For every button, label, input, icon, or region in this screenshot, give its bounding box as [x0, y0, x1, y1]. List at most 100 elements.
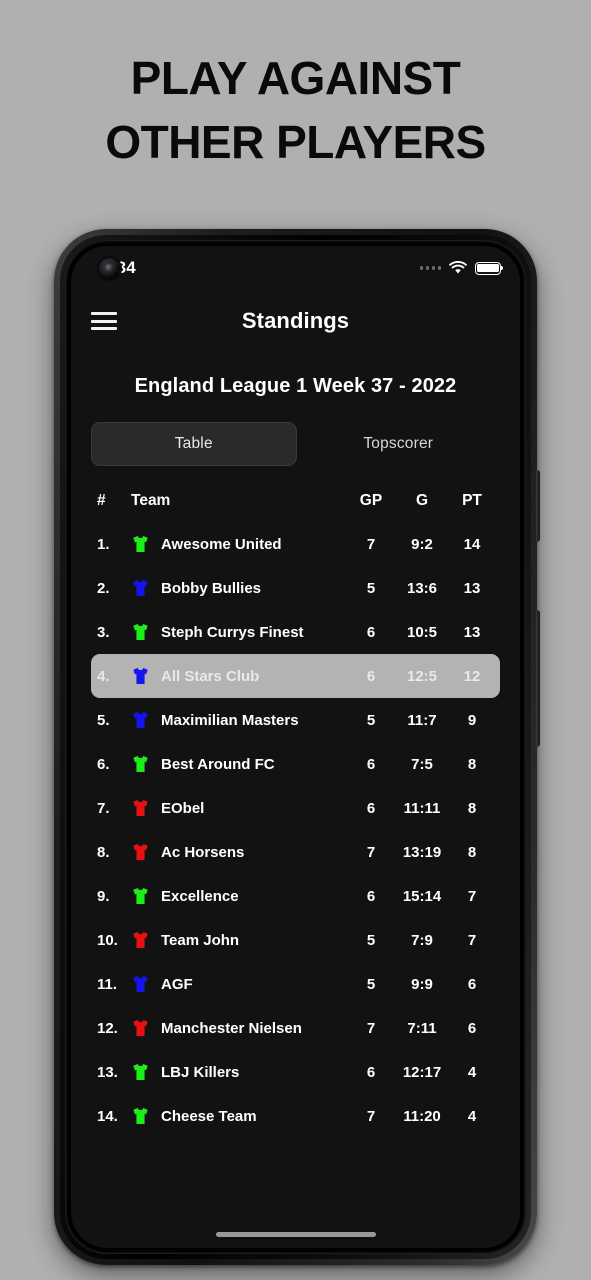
- row-goals: 10:5: [406, 623, 438, 641]
- jersey-icon: [133, 931, 148, 949]
- table-row[interactable]: 12. Manchester Nielsen 7 7:11 6: [91, 1006, 500, 1050]
- row-jersey: [131, 667, 161, 685]
- row-rank: 13.: [97, 1063, 118, 1081]
- row-goals: 15:14: [402, 887, 442, 905]
- table-row[interactable]: 4. All Stars Club 6 12:5 12: [91, 654, 500, 698]
- row-games-played: 6: [366, 755, 376, 773]
- jersey-icon: [133, 623, 148, 641]
- row-goals: 13:19: [402, 843, 442, 861]
- row-team-name: Steph Currys Finest: [161, 623, 304, 641]
- row-goals: 7:9: [411, 931, 433, 949]
- table-row[interactable]: 10. Team John 5 7:9 7: [91, 918, 500, 962]
- column-header-rank: #: [97, 492, 106, 509]
- row-goals: 12:17: [402, 1063, 442, 1081]
- table-header-row: # Team GP G PT: [91, 480, 500, 522]
- row-points: 9: [467, 711, 477, 729]
- row-rank: 10.: [97, 931, 118, 949]
- row-team-name: EObel: [161, 799, 205, 817]
- row-games-played: 5: [366, 711, 376, 729]
- row-points: 7: [467, 887, 477, 905]
- row-team-name: AGF: [161, 975, 193, 993]
- tab-table[interactable]: Table: [91, 422, 297, 466]
- row-points: 4: [467, 1107, 477, 1125]
- promo-headline-line-2: OTHER PLAYERS: [105, 116, 486, 168]
- status-bar: 0.34: [71, 246, 520, 290]
- row-goals: 7:11: [407, 1019, 437, 1037]
- row-rank: 7.: [97, 799, 110, 817]
- row-games-played: 6: [366, 667, 376, 685]
- row-goals: 11:11: [403, 799, 441, 817]
- row-team-name: Team John: [161, 931, 240, 949]
- row-games-played: 6: [366, 799, 376, 817]
- promo-headline: PLAY AGAINST OTHER PLAYERS: [0, 46, 591, 174]
- row-rank: 4.: [97, 667, 110, 685]
- table-row[interactable]: 2. Bobby Bullies 5 13:6 13: [91, 566, 500, 610]
- table-row[interactable]: 3. Steph Currys Finest 6 10:5 13: [91, 610, 500, 654]
- table-row[interactable]: 14. Cheese Team 7 11:20 4: [91, 1094, 500, 1138]
- row-jersey: [131, 799, 161, 817]
- jersey-icon: [133, 1019, 148, 1037]
- row-team-name: Bobby Bullies: [161, 579, 262, 597]
- home-indicator[interactable]: [215, 1232, 376, 1237]
- tab-bar: Table Topscorer: [91, 422, 500, 466]
- table-row[interactable]: 11. AGF 5 9:9 6: [91, 962, 500, 1006]
- table-row[interactable]: 9. Excellence 6 15:14 7: [91, 874, 500, 918]
- power-button[interactable]: [536, 610, 540, 747]
- standings-table: # Team GP G PT 1. Awesome United 7 9:2 14 2. B…: [71, 480, 520, 1138]
- row-points: 8: [467, 755, 477, 773]
- row-team-name: Manchester Nielsen: [161, 1019, 302, 1037]
- row-games-played: 7: [366, 1107, 376, 1125]
- table-row[interactable]: 1. Awesome United 7 9:2 14: [91, 522, 500, 566]
- status-bar-indicators: [419, 261, 504, 275]
- row-team-name: LBJ Killers: [161, 1063, 240, 1081]
- row-jersey: [131, 931, 161, 949]
- row-jersey: [131, 1019, 161, 1037]
- tab-topscorer[interactable]: Topscorer: [297, 422, 501, 466]
- league-subtitle: England League 1 Week 37 - 2022: [134, 375, 457, 397]
- table-row[interactable]: 13. LBJ Killers 6 12:17 4: [91, 1050, 500, 1094]
- table-row[interactable]: 6. Best Around FC 6 7:5 8: [91, 742, 500, 786]
- app-bar: Standings: [71, 290, 520, 352]
- row-games-played: 5: [366, 579, 376, 597]
- row-goals: 11:20: [403, 1107, 441, 1125]
- hamburger-menu-icon[interactable]: [91, 312, 117, 330]
- row-jersey: [131, 1107, 161, 1125]
- row-team-name: Ac Horsens: [161, 843, 245, 861]
- table-row[interactable]: 7. EObel 6 11:11 8: [91, 786, 500, 830]
- table-row[interactable]: 5. Maximilian Masters 5 11:7 9: [91, 698, 500, 742]
- volume-button[interactable]: [536, 470, 540, 542]
- row-goals: 12:5: [406, 667, 438, 685]
- row-games-played: 6: [366, 887, 376, 905]
- row-games-played: 7: [366, 535, 376, 553]
- row-rank: 3.: [97, 623, 110, 641]
- signal-dots-icon: [419, 266, 441, 270]
- row-jersey: [131, 887, 161, 905]
- front-camera-icon: [99, 258, 120, 279]
- jersey-icon: [133, 1107, 148, 1125]
- row-jersey: [131, 843, 161, 861]
- phone-screen: 0.34 Standings England League 1 Week: [71, 246, 520, 1248]
- row-rank: 12.: [97, 1019, 118, 1037]
- row-goals: 11:7: [407, 711, 437, 729]
- battery-full-icon: [475, 261, 504, 275]
- row-points: 8: [467, 799, 477, 817]
- row-points: 7: [467, 931, 477, 949]
- jersey-icon: [133, 711, 148, 729]
- column-header-g: G: [415, 492, 429, 509]
- jersey-icon: [133, 975, 148, 993]
- row-points: 13: [463, 579, 481, 597]
- row-jersey: [131, 755, 161, 773]
- row-points: 14: [463, 535, 481, 553]
- promo-headline-line-1: PLAY AGAINST: [130, 52, 461, 104]
- row-points: 6: [467, 1019, 477, 1037]
- row-points: 8: [467, 843, 477, 861]
- column-header-pt: PT: [462, 492, 482, 509]
- row-rank: 11.: [97, 975, 118, 993]
- row-games-played: 6: [366, 1063, 376, 1081]
- row-team-name: Maximilian Masters: [161, 711, 299, 729]
- wifi-icon: [449, 261, 467, 274]
- jersey-icon: [133, 887, 148, 905]
- phone-device: 0.34 Standings England League 1 Week: [54, 229, 540, 1265]
- row-games-played: 5: [366, 975, 376, 993]
- table-row[interactable]: 8. Ac Horsens 7 13:19 8: [91, 830, 500, 874]
